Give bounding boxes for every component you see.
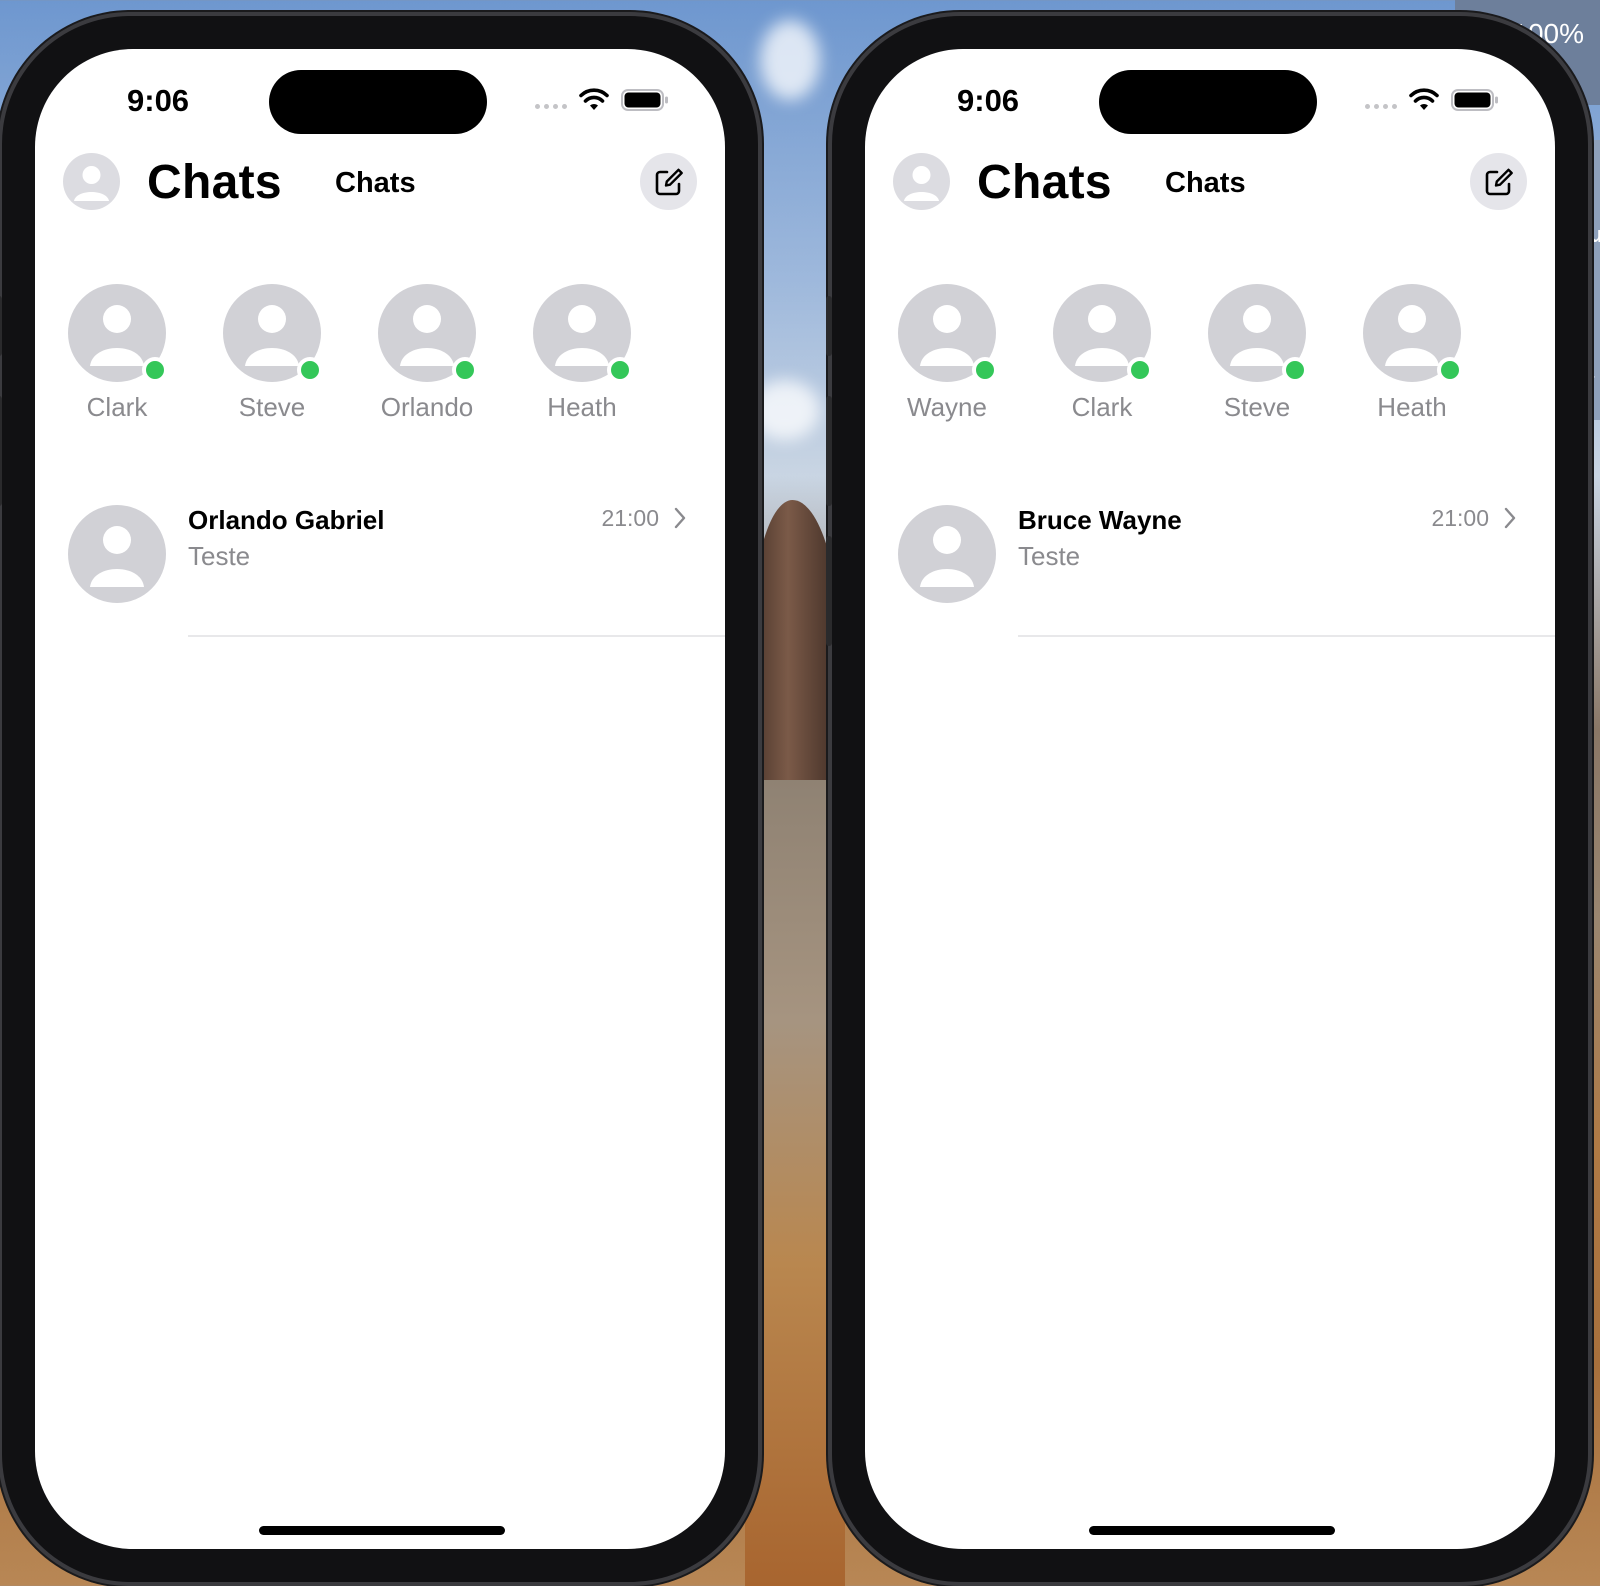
online-indicator: [297, 357, 323, 383]
dynamic-island: [1099, 70, 1317, 134]
side-button: [0, 396, 2, 506]
avatar: [378, 284, 478, 383]
chevron-right-icon: [674, 507, 686, 529]
status-icons: [535, 87, 669, 113]
person-circle-icon: [904, 166, 939, 201]
story-name: Wayne: [907, 392, 987, 422]
online-indicator: [452, 357, 478, 383]
signal-dots-icon: [535, 87, 567, 113]
row-separator: [188, 635, 725, 637]
story-item[interactable]: Clark: [1053, 284, 1153, 423]
profile-button[interactable]: [63, 153, 120, 210]
simulator-device-left: 9:06 Chats Chats Clark Steve Orlando Hea…: [0, 16, 758, 1582]
story-name: Steve: [238, 392, 306, 422]
story-item[interactable]: Steve: [223, 284, 323, 423]
online-indicator: [1437, 357, 1463, 383]
square-and-pencil-icon: [1485, 168, 1513, 195]
wifi-icon: [579, 88, 609, 110]
story-name: Clark: [1071, 392, 1133, 422]
cloud: [760, 20, 820, 100]
story-item[interactable]: Orlando: [378, 284, 478, 423]
home-indicator[interactable]: [1089, 1526, 1335, 1535]
online-indicator: [1127, 357, 1153, 383]
side-button: [826, 296, 832, 356]
story-item[interactable]: Heath: [533, 284, 633, 423]
avatar: [1208, 284, 1308, 383]
battery-icon: [621, 89, 668, 111]
chat-preview: Teste: [1018, 541, 1081, 571]
story-name: Clark: [86, 392, 148, 422]
screen: 9:06 Chats Chats: [865, 49, 1555, 1549]
large-title: Chats: [147, 156, 282, 209]
row-separator: [1018, 635, 1555, 637]
story-item[interactable]: Steve: [1208, 284, 1308, 423]
chat-name: Orlando Gabriel: [188, 505, 385, 535]
avatar: [898, 284, 998, 383]
side-button: [0, 296, 2, 356]
signal-dots-icon: [1365, 87, 1397, 113]
avatar: [533, 284, 633, 383]
online-indicator: [1282, 357, 1308, 383]
chat-time: 21:00: [601, 505, 659, 531]
avatar: [68, 284, 168, 383]
chat-time: 21:00: [1431, 505, 1489, 531]
avatar: [1363, 284, 1463, 383]
story-name: Heath: [547, 392, 617, 422]
screen: 9:06 Chats Chats: [35, 49, 725, 1549]
compose-button[interactable]: [1470, 153, 1527, 210]
avatar: [68, 505, 166, 603]
avatar: [1053, 284, 1153, 383]
chat-list-item[interactable]: Bruce Wayne Teste 21:00: [898, 505, 1555, 637]
side-button: [826, 536, 832, 646]
status-time: 9:06: [957, 83, 1020, 118]
profile-button[interactable]: [893, 153, 950, 210]
story-item[interactable]: Clark: [68, 284, 168, 423]
online-indicator: [607, 357, 633, 383]
story-name: Heath: [1377, 392, 1447, 422]
navigation-header: Chats Chats: [63, 153, 697, 211]
stories-row: Clark Steve Orlando Heath: [68, 284, 633, 423]
battery-icon: [1451, 89, 1498, 111]
person-icon: [90, 526, 144, 587]
nav-title: Chats: [1165, 167, 1246, 199]
square-and-pencil-icon: [655, 168, 683, 195]
chat-preview: Teste: [188, 541, 251, 571]
compose-button[interactable]: [640, 153, 697, 210]
person-icon: [920, 526, 974, 587]
chevron-right-icon: [1504, 507, 1516, 529]
avatar: [223, 284, 323, 383]
dynamic-island: [269, 70, 487, 134]
wifi-icon: [1409, 88, 1439, 110]
online-indicator: [972, 357, 998, 383]
story-item[interactable]: Wayne: [898, 284, 998, 423]
story-item[interactable]: Heath: [1363, 284, 1463, 423]
cloud: [750, 380, 820, 440]
navigation-header: Chats Chats: [893, 153, 1527, 211]
story-name: Orlando: [380, 392, 474, 422]
online-indicator: [142, 357, 168, 383]
story-name: Steve: [1223, 392, 1291, 422]
home-indicator[interactable]: [259, 1526, 505, 1535]
status-icons: [1365, 87, 1499, 113]
simulator-device-right: 9:06 Chats Chats Wayne Clark Steve Heath…: [826, 16, 1588, 1582]
status-time: 9:06: [127, 83, 190, 118]
large-title: Chats: [977, 156, 1112, 209]
chat-list-item[interactable]: Orlando Gabriel Teste 21:00: [68, 505, 725, 637]
stories-row: Wayne Clark Steve Heath: [898, 284, 1463, 423]
person-circle-icon: [74, 166, 109, 201]
riverbed: [745, 780, 845, 1586]
side-button: [826, 396, 832, 506]
chat-name: Bruce Wayne: [1018, 505, 1182, 535]
nav-title: Chats: [335, 167, 416, 199]
avatar: [898, 505, 996, 603]
